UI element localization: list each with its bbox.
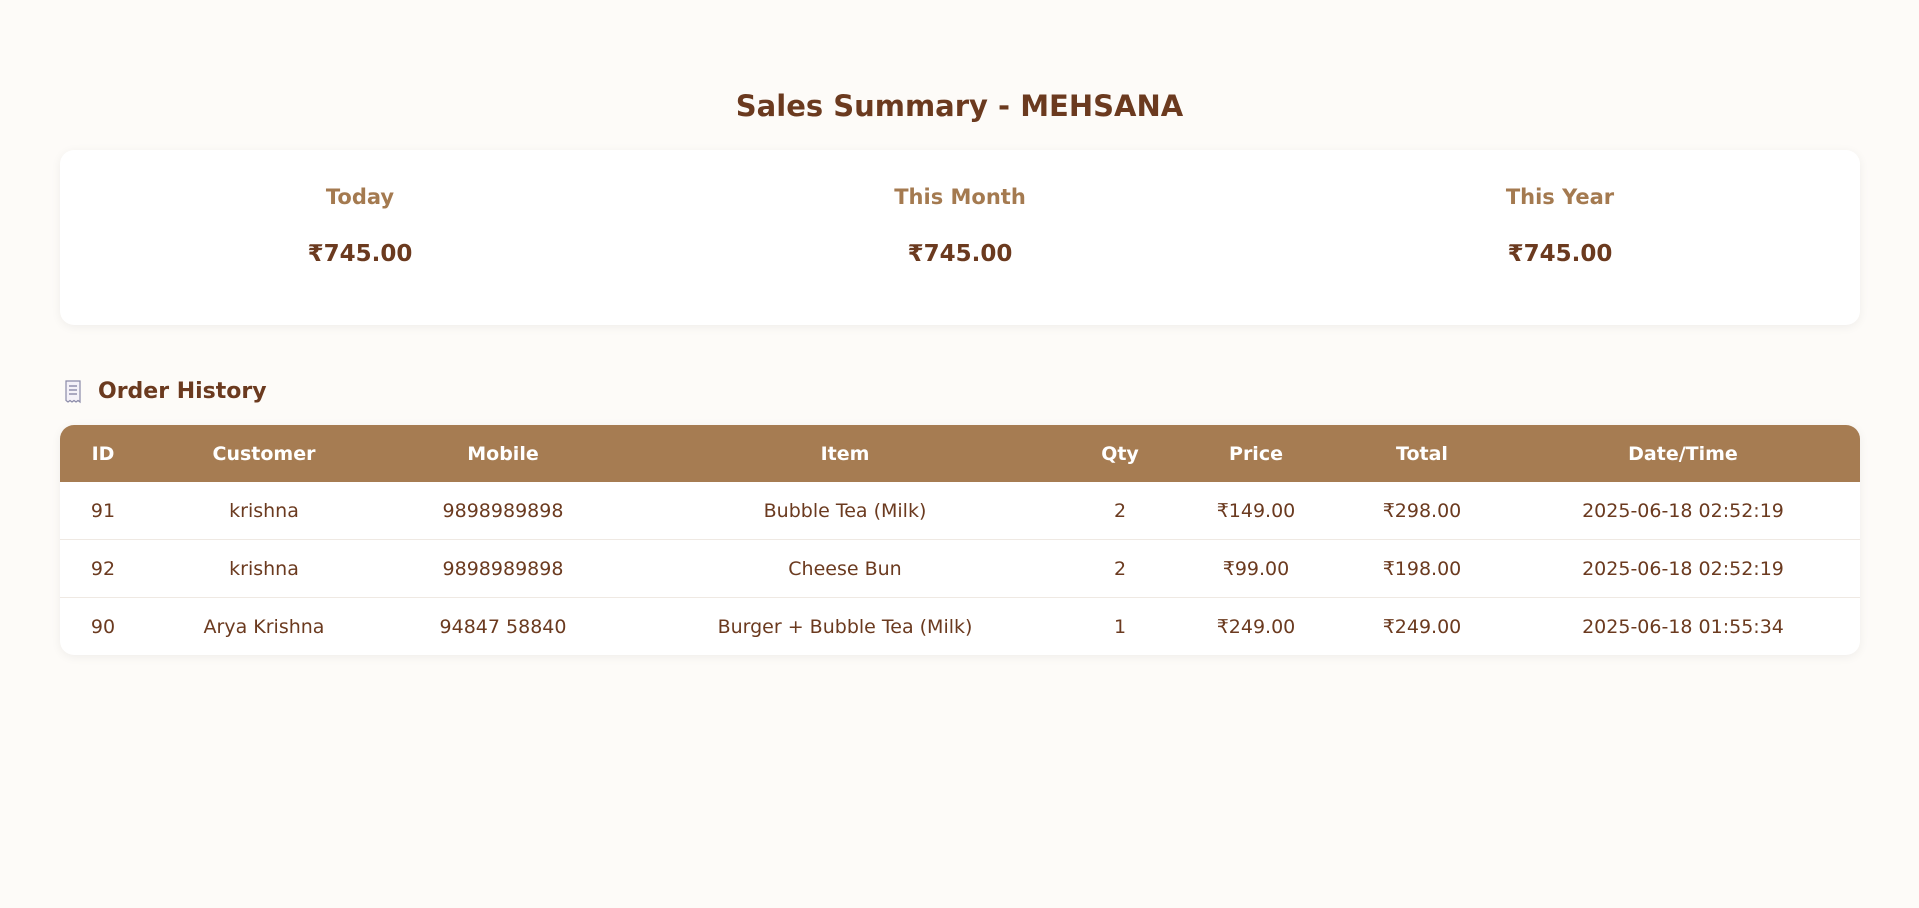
column-header-id: ID	[91, 442, 115, 465]
stat-label: Today	[325, 185, 395, 209]
order-history-table: ID Customer Mobile Item Qty Price Total …	[60, 425, 1860, 655]
column-header-total: Total	[1396, 442, 1448, 465]
cell-id: 92	[60, 539, 146, 598]
sales-summary-card: Today ₹745.00 This Month ₹745.00 This Ye…	[60, 150, 1860, 325]
stat-this-month: This Month ₹745.00	[660, 150, 1260, 325]
column-header-datetime: Date/Time	[1628, 442, 1738, 465]
table-row: 92 krishna 9898989898 Cheese Bun 2 ₹99.0…	[60, 539, 1860, 598]
cell-total: ₹198.00	[1338, 539, 1506, 598]
stat-this-year: This Year ₹745.00	[1260, 150, 1860, 325]
cell-price: ₹249.00	[1216, 615, 1296, 638]
cell-item: Cheese Bun	[624, 539, 1066, 598]
cell-mobile: 9898989898	[382, 482, 624, 540]
cell-id: 90	[90, 615, 116, 638]
order-history-heading: Order History	[64, 377, 267, 407]
cell-price: ₹99.00	[1174, 539, 1338, 598]
cell-datetime: 2025-06-18 02:52:19	[1506, 482, 1860, 540]
cell-mobile: 94847 58840	[439, 615, 567, 638]
cell-customer: krishna	[146, 482, 382, 540]
cell-datetime: 2025-06-18 01:55:34	[1582, 615, 1784, 638]
column-header-qty: Qty	[1101, 442, 1139, 465]
cell-customer: Arya Krishna	[203, 615, 325, 638]
stat-label: This Month	[894, 185, 1026, 209]
cell-item: Burger + Bubble Tea (Milk)	[717, 615, 973, 638]
cell-datetime: 2025-06-18 02:52:19	[1506, 539, 1860, 598]
cell-mobile: 9898989898	[382, 539, 624, 598]
receipt-icon	[64, 380, 82, 404]
cell-customer: krishna	[146, 539, 382, 598]
stat-label: This Year	[1505, 185, 1615, 209]
stat-value: ₹745.00	[307, 241, 413, 267]
column-header-item: Item	[820, 442, 870, 465]
cell-total: ₹298.00	[1338, 482, 1506, 540]
column-header-customer: Customer	[212, 442, 316, 465]
cell-id: 91	[60, 482, 146, 540]
order-history-title: Order History	[98, 379, 267, 404]
cell-price: ₹149.00	[1174, 482, 1338, 540]
cell-qty: 2	[1066, 482, 1174, 540]
page-title: Sales Summary - MEHSANA	[735, 89, 1184, 123]
column-header-price: Price	[1229, 442, 1283, 465]
stat-today: Today ₹745.00	[60, 150, 660, 325]
table-row: 91 krishna 9898989898 Bubble Tea (Milk) …	[60, 482, 1860, 540]
cell-item: Bubble Tea (Milk)	[624, 482, 1066, 540]
column-header-mobile: Mobile	[467, 442, 539, 465]
table-header-row: ID Customer Mobile Item Qty Price Total …	[60, 425, 1860, 482]
stat-value: ₹745.00	[1507, 241, 1613, 267]
cell-total: ₹249.00	[1382, 615, 1462, 638]
cell-qty: 2	[1066, 539, 1174, 598]
stat-value: ₹745.00	[907, 241, 1013, 267]
table-row: 90 Arya Krishna 94847 58840 Burger + Bub…	[60, 598, 1860, 656]
cell-qty: 1	[1113, 615, 1127, 638]
